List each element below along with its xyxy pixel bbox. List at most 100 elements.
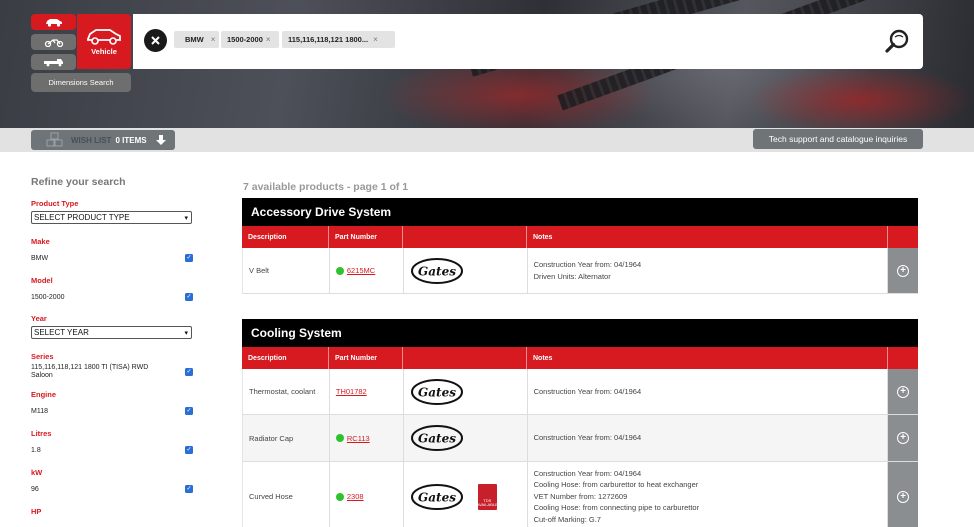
wishlist-button[interactable]: WISH LIST 0 ITEMS bbox=[31, 130, 175, 150]
table-row: V Belt 6215MC Gates Construction Year fr… bbox=[242, 248, 918, 294]
remove-chip-icon[interactable]: × bbox=[266, 35, 271, 44]
note-line: Construction Year from: 04/1964 bbox=[533, 468, 642, 478]
remove-chip-icon[interactable]: × bbox=[373, 35, 378, 44]
tds-document-icon[interactable]: TDS AVAILABLE bbox=[476, 483, 498, 510]
vehicle-search-tab[interactable]: Vehicle bbox=[77, 14, 131, 69]
make-checkbox[interactable]: ✓ bbox=[185, 254, 193, 262]
kw-label: kW bbox=[31, 468, 43, 477]
tech-support-button[interactable]: Tech support and catalogue inquiries bbox=[753, 129, 923, 149]
gates-logo-text: Gates bbox=[418, 264, 456, 278]
plus-icon: + bbox=[897, 490, 909, 503]
add-to-wishlist-button[interactable]: + bbox=[888, 369, 918, 414]
clear-search-button[interactable] bbox=[144, 29, 167, 52]
header-part-number: Part Number bbox=[329, 226, 403, 248]
header-notes: Notes bbox=[527, 347, 888, 369]
chevron-down-icon: ▾ bbox=[184, 329, 188, 337]
motorcycle-icon bbox=[44, 39, 63, 47]
plus-icon: + bbox=[897, 385, 909, 398]
close-icon bbox=[151, 36, 160, 45]
search-icon[interactable] bbox=[884, 29, 910, 55]
cubes-icon bbox=[46, 132, 63, 147]
dimensions-search-button[interactable]: Dimensions Search bbox=[31, 73, 131, 92]
product-type-label: Product Type bbox=[31, 199, 79, 208]
gates-logo: Gates bbox=[410, 425, 463, 451]
make-label: Make bbox=[31, 237, 50, 246]
litres-label: Litres bbox=[31, 429, 52, 438]
engine-value: M118 bbox=[31, 407, 48, 415]
remove-chip-icon[interactable]: × bbox=[211, 35, 216, 44]
wishlist-bar: WISH LIST 0 ITEMS Tech support and catal… bbox=[0, 128, 974, 152]
row-brand-cell: Gates bbox=[404, 415, 528, 461]
table-row: Radiator Cap RC113 Gates Construction Ye… bbox=[242, 415, 918, 462]
filter-chip-make[interactable]: BMW × bbox=[174, 31, 219, 48]
row-description: Thermostat, coolant bbox=[243, 369, 330, 414]
search-bar: BMW × 1500-2000 × 115,116,118,121 1800... × bbox=[133, 14, 923, 69]
note-line: Construction Year from: 04/1964 bbox=[533, 259, 642, 269]
part-number-link[interactable]: RC113 bbox=[347, 434, 370, 443]
litres-checkbox[interactable]: ✓ bbox=[185, 446, 193, 454]
row-part-number-cell: TH01782 bbox=[330, 369, 404, 414]
note-line: Construction Year from: 04/1964 bbox=[533, 386, 642, 396]
gates-logo: Gates bbox=[410, 257, 463, 284]
row-notes: Construction Year from: 04/1964 Cooling … bbox=[528, 462, 889, 527]
category-title: Cooling System bbox=[242, 319, 918, 347]
row-part-number-cell: 6215MC bbox=[330, 248, 404, 293]
row-part-number-cell: 2308 bbox=[330, 462, 404, 527]
header-description: Description bbox=[242, 347, 329, 369]
part-number-link[interactable]: 2308 bbox=[347, 492, 364, 501]
row-brand-cell: Gates bbox=[404, 248, 528, 293]
row-notes: Construction Year from: 04/1964 bbox=[528, 369, 889, 414]
filter-chip-series[interactable]: 115,116,118,121 1800... × bbox=[282, 31, 395, 48]
chevron-down-icon: ▾ bbox=[184, 214, 188, 222]
header-notes: Notes bbox=[527, 226, 888, 248]
gates-logo: Gates bbox=[410, 483, 463, 510]
hero-banner: Vehicle Dimensions Search BMW × 1500-2000… bbox=[0, 0, 974, 128]
note-line: Driven Units: Alternator bbox=[533, 271, 611, 281]
chip-label: BMW bbox=[185, 35, 204, 44]
series-value-line2: Saloon bbox=[31, 372, 53, 379]
car-icon bbox=[87, 29, 121, 45]
chip-label: 115,116,118,121 1800... bbox=[288, 35, 369, 44]
series-label: Series bbox=[31, 352, 54, 361]
table-row: Curved Hose 2308 Gates TDS AVAILABLE Con… bbox=[242, 462, 918, 527]
model-checkbox[interactable]: ✓ bbox=[185, 293, 193, 301]
series-value-line1: 115,116,118,121 1800 TI (TISA) RWD bbox=[31, 364, 149, 371]
motorcycle-mode-button[interactable] bbox=[31, 34, 76, 50]
car-icon bbox=[45, 19, 62, 27]
gates-logo-text: Gates bbox=[418, 385, 456, 399]
in-stock-dot-icon bbox=[335, 266, 344, 275]
header-brand bbox=[403, 226, 527, 248]
series-checkbox[interactable]: ✓ bbox=[185, 368, 193, 376]
engine-checkbox[interactable]: ✓ bbox=[185, 407, 193, 415]
table-header: Description Part Number Notes bbox=[242, 226, 918, 248]
add-to-wishlist-button[interactable]: + bbox=[888, 248, 918, 293]
truck-mode-button[interactable] bbox=[31, 54, 76, 70]
car-mode-button[interactable] bbox=[31, 14, 76, 30]
model-value: 1500-2000 bbox=[31, 293, 65, 301]
part-number-link[interactable]: 6215MC bbox=[347, 266, 375, 275]
category-accessory-drive: Accessory Drive System Description Part … bbox=[242, 198, 918, 294]
row-brand-cell: Gates TDS AVAILABLE bbox=[404, 462, 528, 527]
refine-sidebar: Refine your search Product Type SELECT P… bbox=[31, 176, 193, 516]
results-summary: 7 available products - page 1 of 1 bbox=[243, 181, 409, 193]
product-type-select[interactable]: SELECT PRODUCT TYPE ▾ bbox=[31, 211, 192, 224]
header-part-number: Part Number bbox=[329, 347, 403, 369]
header-brand bbox=[403, 347, 527, 369]
part-number-link[interactable]: TH01782 bbox=[336, 387, 367, 396]
category-title: Accessory Drive System bbox=[242, 198, 918, 226]
gates-logo-text: Gates bbox=[418, 432, 456, 446]
filter-chip-model[interactable]: 1500-2000 × bbox=[221, 31, 279, 48]
tds-badge-text: TDS AVAILABLE bbox=[476, 497, 498, 507]
add-to-wishlist-button[interactable]: + bbox=[888, 415, 918, 461]
note-line: VET Number from: 1272609 bbox=[533, 491, 628, 501]
hp-label: HP bbox=[31, 507, 42, 516]
kw-checkbox[interactable]: ✓ bbox=[185, 485, 193, 493]
year-select[interactable]: SELECT YEAR ▾ bbox=[31, 326, 192, 339]
make-value: BMW bbox=[31, 254, 49, 262]
litres-value: 1.8 bbox=[31, 446, 41, 454]
engine-label: Engine bbox=[31, 390, 57, 399]
add-to-wishlist-button[interactable]: + bbox=[888, 462, 918, 527]
table-row: Thermostat, coolant TH01782 Gates Constr… bbox=[242, 369, 918, 415]
year-label: Year bbox=[31, 314, 47, 323]
header-description: Description bbox=[242, 226, 329, 248]
